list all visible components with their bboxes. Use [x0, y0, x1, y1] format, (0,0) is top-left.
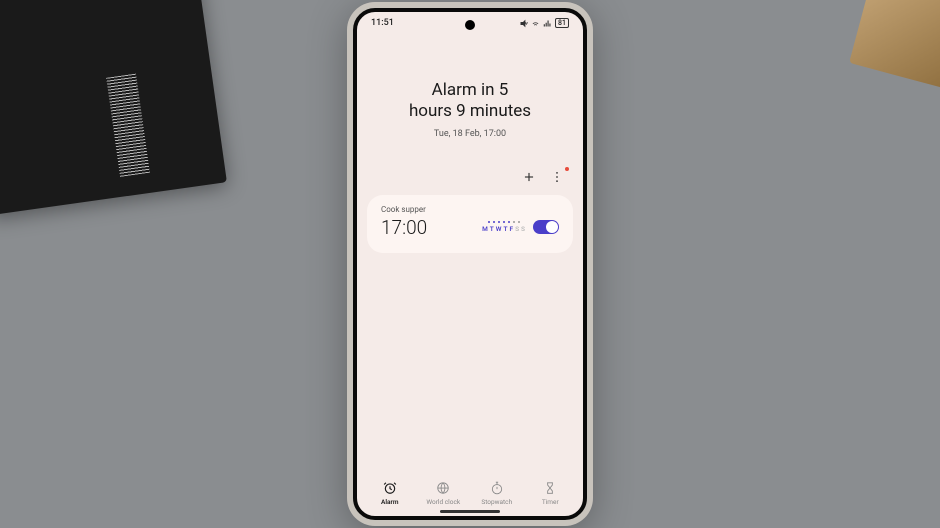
product-box: Galaxy S25 Ultra — [0, 0, 227, 215]
wooden-object — [849, 0, 940, 94]
nav-label: Timer — [542, 498, 559, 506]
days-dots — [488, 221, 520, 223]
more-options-button[interactable] — [549, 169, 565, 185]
nav-world-clock[interactable]: World clock — [417, 481, 471, 506]
action-row — [357, 169, 583, 191]
phone-screen: 11:51 81 Alarm in 5 hours 9 minutes Tue,… — [353, 8, 587, 520]
header-subtitle: Tue, 18 Feb, 17:00 — [377, 129, 563, 139]
more-icon — [550, 170, 564, 184]
signal-icon — [543, 19, 552, 28]
nav-stopwatch[interactable]: Stopwatch — [470, 481, 524, 506]
alarm-row: 17:00 M T W T F S S — [381, 216, 559, 239]
notification-dot — [565, 167, 569, 171]
globe-icon — [436, 481, 450, 495]
days: M T W T F S S — [482, 225, 525, 233]
nav-label: World clock — [426, 498, 460, 506]
camera-hole — [465, 20, 475, 30]
alarm-time: 17:00 — [381, 216, 427, 239]
days-wrap: M T W T F S S — [482, 221, 525, 233]
stopwatch-icon — [490, 481, 504, 495]
alarm-toggle[interactable] — [533, 220, 559, 234]
alarm-right: M T W T F S S — [482, 220, 559, 234]
wifi-icon — [531, 19, 540, 28]
nav-label: Alarm — [381, 498, 399, 506]
home-indicator[interactable] — [440, 510, 500, 513]
plus-icon — [522, 170, 536, 184]
mute-icon — [519, 19, 528, 28]
alarm-card[interactable]: Cook supper 17:00 M T W T F — [367, 195, 573, 253]
status-icons: 81 — [519, 18, 569, 28]
nav-timer[interactable]: Timer — [524, 481, 578, 506]
header-title: Alarm in 5 hours 9 minutes — [377, 80, 563, 123]
phone-frame: 11:51 81 Alarm in 5 hours 9 minutes Tue,… — [347, 2, 593, 526]
battery-icon: 81 — [555, 18, 569, 28]
add-alarm-button[interactable] — [521, 169, 537, 185]
nav-label: Stopwatch — [481, 498, 512, 506]
alarm-icon — [383, 481, 397, 495]
status-time: 11:51 — [371, 18, 394, 28]
barcode — [106, 74, 150, 177]
alarm-label: Cook supper — [381, 205, 559, 214]
nav-alarm[interactable]: Alarm — [363, 481, 417, 506]
alarm-header: Alarm in 5 hours 9 minutes Tue, 18 Feb, … — [357, 30, 583, 169]
timer-icon — [543, 481, 557, 495]
